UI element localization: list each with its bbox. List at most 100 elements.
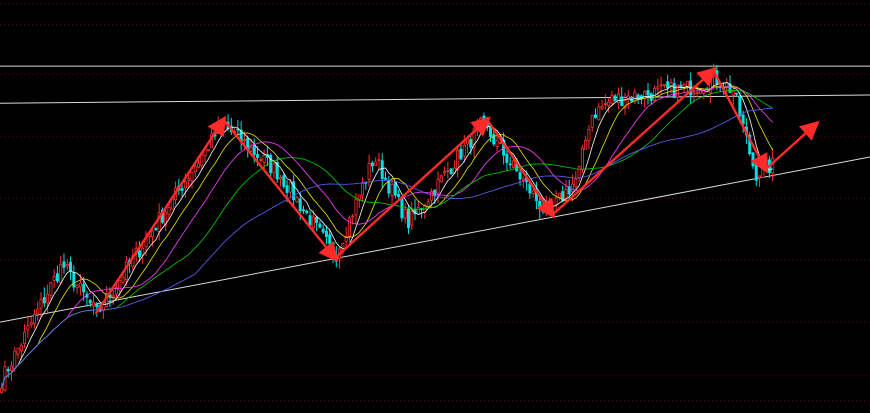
candle-body (315, 216, 319, 223)
candle-body (505, 153, 509, 163)
candle (633, 88, 637, 105)
candle (508, 156, 512, 170)
candle (239, 121, 243, 151)
candle (623, 93, 627, 116)
candle-body (393, 181, 397, 196)
candle-body (751, 152, 755, 167)
candle (69, 256, 73, 281)
candle-body (659, 84, 663, 87)
candle (370, 160, 374, 173)
candle (620, 87, 624, 107)
candle (75, 283, 79, 294)
candle-body (52, 276, 56, 281)
candle-body (672, 83, 676, 99)
candle (443, 166, 447, 176)
candle-body (282, 175, 286, 187)
candle-body (298, 198, 302, 212)
candle-body (29, 322, 33, 326)
candle-body (26, 325, 30, 331)
candle-body (593, 114, 597, 118)
candle (538, 197, 542, 220)
candle-body (754, 164, 758, 181)
candle (593, 108, 597, 119)
candle (574, 171, 578, 191)
candle-body (377, 159, 381, 161)
candle-body (183, 181, 187, 189)
candle (387, 175, 391, 198)
candle-body (62, 261, 66, 268)
candle-body (13, 350, 17, 370)
trend-arrow (764, 120, 820, 171)
candle-body (695, 92, 699, 95)
candle-body (649, 93, 653, 101)
candle-body (403, 209, 407, 219)
candle-body (311, 216, 315, 229)
candle (101, 306, 105, 319)
candle (626, 90, 630, 110)
candle-body (410, 210, 414, 226)
candle-body (538, 200, 542, 210)
candle (200, 153, 204, 170)
candle (764, 154, 768, 166)
candle (269, 153, 273, 179)
candle (52, 269, 56, 288)
candle-body (498, 142, 502, 145)
trend-arrow (222, 119, 338, 262)
candle (275, 156, 279, 183)
candle-body (495, 140, 499, 147)
candle-body (600, 106, 604, 109)
trend-arrows (94, 67, 820, 315)
candle (662, 84, 666, 89)
candle-body (59, 263, 63, 283)
candle (653, 85, 657, 103)
candle-body (206, 149, 210, 152)
candle-body (771, 157, 775, 174)
candle-body (597, 106, 601, 121)
candle (321, 224, 325, 235)
candle-body (285, 185, 289, 193)
candle-body (19, 344, 23, 352)
candle-body (6, 368, 10, 372)
candle (190, 171, 194, 189)
candle-body (758, 175, 762, 179)
candle (315, 216, 319, 232)
candle-body (390, 183, 394, 197)
candle (154, 227, 158, 231)
candle (758, 175, 762, 188)
candle (735, 92, 739, 96)
candle-body (151, 230, 155, 238)
candle-body (252, 144, 256, 155)
candle (32, 309, 36, 329)
candle (600, 99, 604, 111)
candle (246, 135, 250, 158)
candle-body (541, 207, 545, 213)
candle-body (137, 250, 141, 258)
candle (42, 287, 46, 308)
candle (400, 197, 404, 222)
candle (607, 97, 611, 113)
candle (324, 225, 328, 245)
candle (301, 205, 305, 214)
candle (646, 83, 650, 105)
candle-body (32, 313, 36, 324)
candle-body (636, 94, 640, 100)
candle-body (121, 277, 125, 283)
candle-body (462, 144, 466, 157)
candle (16, 347, 20, 359)
candle-body (82, 283, 86, 293)
candle-body (574, 178, 578, 188)
candle (206, 149, 210, 152)
candle (564, 180, 568, 202)
candle-body (88, 299, 92, 304)
candle-body (459, 148, 463, 160)
candle-body (439, 175, 443, 183)
candle-body (610, 94, 614, 104)
candle-body (607, 101, 611, 107)
candle (597, 102, 601, 121)
candle (361, 177, 365, 203)
candle-body (735, 92, 739, 95)
candle-body (764, 160, 768, 163)
candle-body (698, 90, 702, 94)
candle (377, 152, 381, 170)
candle-body (78, 282, 82, 288)
